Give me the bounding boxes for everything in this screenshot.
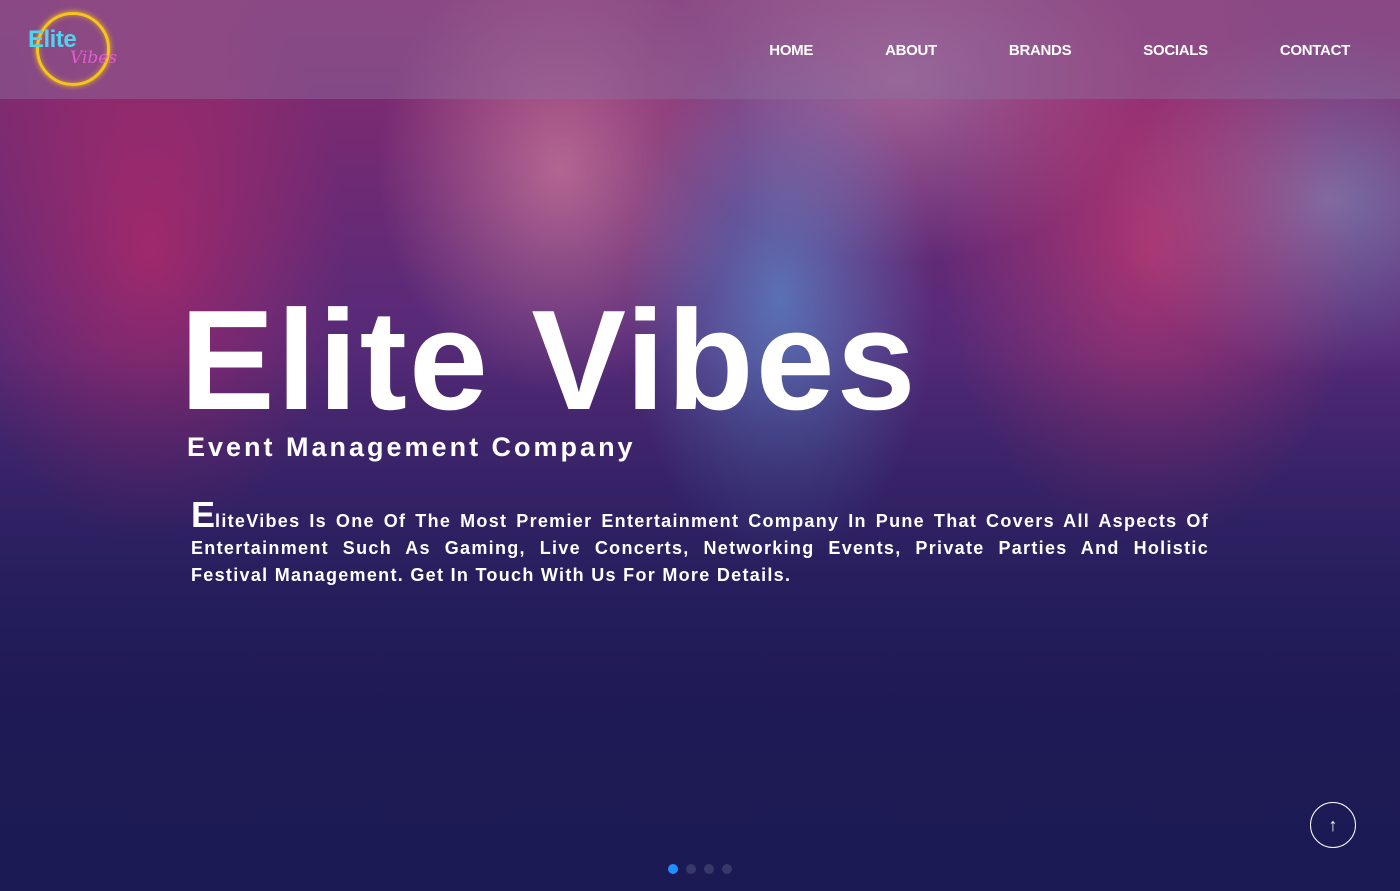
top-navbar: Elite Vibes HOME ABOUT BRANDS SOCIALS CO… [0, 0, 1400, 99]
nav-socials[interactable]: SOCIALS [1143, 42, 1208, 59]
description-dropcap: E [191, 494, 216, 535]
logo-text-vibes: Vibes [70, 48, 118, 68]
hero-description: EliteVibes Is One Of The Most Premier En… [191, 497, 1209, 589]
site-logo[interactable]: Elite Vibes [28, 12, 120, 90]
nav-contact[interactable]: CONTACT [1280, 42, 1350, 59]
nav-about[interactable]: ABOUT [885, 42, 937, 59]
main-nav: HOME ABOUT BRANDS SOCIALS CONTACT [769, 42, 1350, 59]
description-text: liteVibes Is One Of The Most Premier Ent… [191, 511, 1209, 585]
carousel-dot-1[interactable] [668, 864, 678, 874]
carousel-dot-4[interactable] [722, 864, 732, 874]
nav-brands[interactable]: BRANDS [1009, 42, 1072, 59]
back-to-top-button[interactable]: ↑ [1310, 802, 1356, 848]
carousel-dot-3[interactable] [704, 864, 714, 874]
nav-home[interactable]: HOME [769, 42, 813, 59]
arrow-up-icon: ↑ [1328, 814, 1338, 835]
hero-title: Elite Vibes [180, 281, 918, 440]
hero-subtitle: Event Management Company [187, 432, 636, 462]
logo-text-elite: Elite [28, 26, 77, 53]
carousel-dots [668, 864, 732, 874]
carousel-dot-2[interactable] [686, 864, 696, 874]
